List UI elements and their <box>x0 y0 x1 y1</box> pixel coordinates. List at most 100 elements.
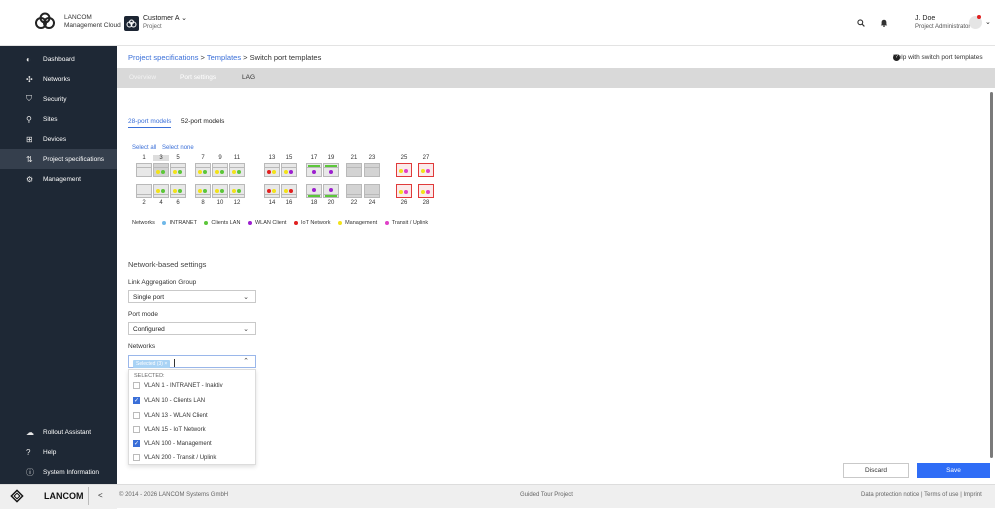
port-6[interactable] <box>170 184 186 198</box>
brand-line2: Management Cloud <box>64 22 121 29</box>
port-number: 27 <box>422 155 430 161</box>
sidebar-item-project-specifications[interactable]: ⇅ Project specifications <box>0 149 117 169</box>
terms-link[interactable]: Terms of use <box>924 492 958 498</box>
user-menu[interactable]: J. Doe Project Administrator <box>915 15 970 31</box>
tabs-bar: Overview Port settings LAG <box>117 68 995 88</box>
sidebar-item-label: Project specifications <box>43 155 105 163</box>
scrollbar[interactable] <box>990 92 993 458</box>
port-11[interactable] <box>229 163 245 177</box>
breadcrumb-link-templates[interactable]: Templates <box>207 53 241 62</box>
privacy-link[interactable]: Data protection notice <box>861 492 919 498</box>
checkbox[interactable] <box>133 412 140 419</box>
select-all-link[interactable]: Select all <box>132 145 156 151</box>
sidebar-item-system-information[interactable]: ⓘ System Information <box>0 462 117 482</box>
checkbox[interactable]: ✓ <box>133 397 140 404</box>
dropdown-option[interactable]: ✓ VLAN 100 - Management <box>133 440 212 447</box>
port-number: 11 <box>233 155 241 161</box>
sidebar-item-dashboard[interactable]: ◐ Dashboard <box>0 49 117 69</box>
port-mode-select[interactable]: Configured ⌄ <box>128 322 256 335</box>
port-3[interactable] <box>153 163 169 177</box>
sidebar-item-security[interactable]: ⛉ Security <box>0 89 117 109</box>
section-title: Network-based settings <box>128 260 207 269</box>
port-4[interactable] <box>153 184 169 198</box>
port-20[interactable] <box>323 184 339 198</box>
discard-button[interactable]: Discard <box>843 463 909 478</box>
port-26[interactable] <box>396 184 412 198</box>
close-icon[interactable]: × <box>164 361 167 367</box>
imprint-link[interactable]: Imprint <box>963 492 981 498</box>
footer-links: Data protection notice | Terms of use | … <box>861 492 982 498</box>
tab-28-port-models[interactable]: 28-port models <box>128 118 172 128</box>
bell-icon[interactable] <box>880 19 888 29</box>
sidebar-item-rollout-assistant[interactable]: ☁ Rollout Assistant <box>0 422 117 442</box>
sidebar-item-sites[interactable]: ⚲ Sites <box>0 109 117 129</box>
collapse-sidebar-icon[interactable]: < <box>98 491 103 500</box>
port-15[interactable] <box>281 163 297 177</box>
chevron-up-icon[interactable]: ⌃ <box>243 357 249 365</box>
checkbox[interactable] <box>133 454 140 461</box>
port-12[interactable] <box>229 184 245 198</box>
port-17[interactable] <box>306 163 322 177</box>
sidebar-item-label: Management <box>43 175 81 183</box>
customer-icon[interactable] <box>124 16 139 31</box>
checkbox[interactable] <box>133 382 140 389</box>
port-5[interactable] <box>170 163 186 177</box>
tab-overview[interactable]: Overview <box>129 74 156 81</box>
tab-lag[interactable]: LAG <box>242 74 255 81</box>
port-22[interactable] <box>346 184 362 198</box>
port-2[interactable] <box>136 184 152 198</box>
chevron-down-icon[interactable]: ⌄ <box>985 18 991 26</box>
dropdown-option[interactable]: VLAN 13 - WLAN Client <box>133 412 208 419</box>
port-number: 25 <box>400 155 408 161</box>
port-number: 4 <box>159 200 163 206</box>
checkbox[interactable] <box>133 426 140 433</box>
chevron-down-icon: ⌄ <box>243 326 249 333</box>
dropdown-option[interactable]: VLAN 15 - IoT Network <box>133 426 206 433</box>
footer-separator: | <box>960 492 962 498</box>
port-23[interactable] <box>364 163 380 177</box>
port-21[interactable] <box>346 163 362 177</box>
port-28[interactable] <box>418 184 434 198</box>
tab-52-port-models[interactable]: 52-port models <box>181 118 224 125</box>
port-number: 21 <box>350 155 358 161</box>
footer-separator: | <box>921 492 923 498</box>
lag-select[interactable]: Single port ⌄ <box>128 290 256 303</box>
port-10[interactable] <box>212 184 228 198</box>
selected-chip[interactable]: Selected (3) × <box>133 359 171 368</box>
legend-item: WLAN Client <box>254 220 287 226</box>
port-25[interactable] <box>396 163 412 177</box>
port-18[interactable] <box>306 184 322 198</box>
select-none-link[interactable]: Select none <box>162 145 194 151</box>
port-7[interactable] <box>195 163 211 177</box>
search-icon[interactable] <box>857 19 865 29</box>
networks-multiselect[interactable]: Selected (3) × ⌃ <box>128 355 256 368</box>
customer-selector[interactable]: Customer A ⌄ Project <box>143 15 187 31</box>
info-icon: ⓘ <box>26 467 34 477</box>
port-24[interactable] <box>364 184 380 198</box>
help-link[interactable]: ? Help with switch port templates <box>893 54 983 61</box>
networks-dropdown: SELECTED: VLAN 1 - INTRANET - Inaktiv ✓ V… <box>128 369 256 465</box>
port-number: 24 <box>368 200 376 206</box>
sidebar-item-help[interactable]: ? Help <box>0 442 117 462</box>
checkbox[interactable]: ✓ <box>133 440 140 447</box>
port-mode-value: Configured <box>133 326 165 333</box>
save-button[interactable]: Save <box>917 463 990 478</box>
port-19[interactable] <box>323 163 339 177</box>
breadcrumb-link-specifications[interactable]: Project specifications <box>128 53 198 62</box>
sidebar-item-devices[interactable]: ⊞ Devices <box>0 129 117 149</box>
tab-port-settings[interactable]: Port settings <box>180 74 216 81</box>
dropdown-option[interactable]: VLAN 1 - INTRANET - Inaktiv <box>133 382 223 389</box>
port-14[interactable] <box>264 184 280 198</box>
port-27[interactable] <box>418 163 434 177</box>
dropdown-option[interactable]: ✓ VLAN 10 - Clients LAN <box>133 397 205 404</box>
port-1[interactable] <box>136 163 152 177</box>
port-16[interactable] <box>281 184 297 198</box>
port-8[interactable] <box>195 184 211 198</box>
port-13[interactable] <box>264 163 280 177</box>
port-9[interactable] <box>212 163 228 177</box>
dropdown-option[interactable]: VLAN 200 - Transit / Uplink <box>133 454 216 461</box>
port-number: 1 <box>142 155 146 161</box>
customer-sub: Project <box>143 24 162 30</box>
sidebar-item-networks[interactable]: ✣ Networks <box>0 69 117 89</box>
sidebar-item-management[interactable]: ⚙ Management <box>0 169 117 189</box>
